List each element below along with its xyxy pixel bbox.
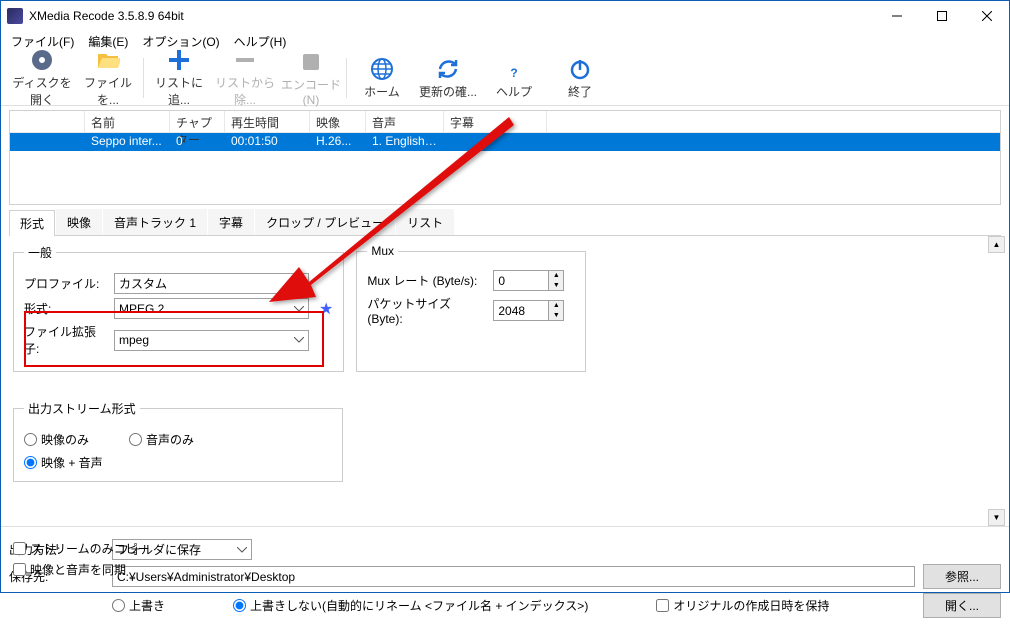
tab-video[interactable]: 映像 (56, 209, 102, 235)
window-title: XMedia Recode 3.5.8.9 64bit (29, 9, 874, 23)
file-list[interactable]: 名前チャプター再生時間映像音声字幕 Seppo inter...000:01:5… (9, 110, 1001, 205)
profile-select[interactable]: カスタム (114, 273, 309, 294)
ext-label: ファイル拡張子: (24, 323, 108, 357)
app-icon (7, 8, 23, 24)
profile-label: プロファイル: (24, 275, 108, 292)
tabs: 形式 映像 音声トラック 1 字幕 クロップ / プレビュー リスト (9, 209, 1001, 236)
packet-size-spinner[interactable]: ▲▼ (548, 300, 564, 321)
ext-select[interactable]: mpeg (114, 330, 309, 351)
radio-overwrite[interactable]: 上書き (112, 597, 165, 614)
titlebar: XMedia Recode 3.5.8.9 64bit (1, 1, 1009, 31)
disc-icon (30, 48, 54, 72)
globe-icon (370, 57, 394, 81)
minimize-button[interactable] (874, 1, 919, 31)
favorite-star-button[interactable]: ★ (319, 299, 333, 319)
maximize-button[interactable] (919, 1, 964, 31)
checks-group: ストリームのみコピー 映像と音声を同期 (13, 536, 343, 582)
mux-fieldset: Mux Mux レート (Byte/s): ▲▼ パケットサイズ (Byte): ▲… (356, 244, 586, 372)
open-button[interactable]: 開く... (923, 593, 1001, 618)
radio-video-only[interactable]: 映像のみ (24, 431, 89, 448)
check-updates-button[interactable]: 更新の確... (415, 52, 481, 104)
folder-icon (96, 48, 120, 72)
remove-from-list-button: リストから除... (212, 52, 278, 104)
check-stream-copy[interactable]: ストリームのみコピー (13, 540, 343, 557)
refresh-icon (436, 57, 460, 81)
radio-audio-only[interactable]: 音声のみ (129, 431, 194, 448)
help-button[interactable]: ?ヘルプ (481, 52, 547, 104)
help-icon: ? (502, 57, 526, 81)
format-select[interactable]: MPEG 2 (114, 298, 309, 319)
tab-subtitle[interactable]: 字幕 (208, 209, 254, 235)
open-disc-button[interactable]: ディスクを開く (9, 52, 75, 104)
minus-icon (233, 48, 257, 72)
tab-list[interactable]: リスト (396, 209, 454, 235)
close-button[interactable] (964, 1, 1009, 31)
check-sync[interactable]: 映像と音声を同期 (13, 561, 343, 578)
svg-text:?: ? (510, 66, 517, 80)
tab-crop[interactable]: クロップ / プレビュー (255, 209, 395, 235)
general-legend: 一般 (24, 244, 56, 261)
tab-body: ▲ ▼ 一般 プロファイル:カスタム 形式:MPEG 2★ ファイル拡張子:mp… (9, 236, 1001, 526)
general-fieldset: 一般 プロファイル: カスタム 形式: MPEG 2 ★ ファイル拡張子: mpeg (13, 244, 344, 372)
scroll-down[interactable]: ▼ (988, 509, 1005, 526)
radio-video-audio[interactable]: 映像 + 音声 (24, 454, 332, 471)
mux-legend: Mux (367, 244, 398, 258)
browse-button[interactable]: 参照... (923, 564, 1001, 589)
check-keep-date[interactable]: オリジナルの作成日時を保持 (656, 597, 829, 614)
mux-rate-label: Mux レート (Byte/s): (367, 272, 487, 289)
tab-audio1[interactable]: 音声トラック 1 (103, 209, 207, 235)
tab-format[interactable]: 形式 (9, 210, 55, 236)
encode-icon (299, 50, 323, 74)
home-button[interactable]: ホーム (349, 52, 415, 104)
mux-rate-spinner[interactable]: ▲▼ (548, 270, 564, 291)
plus-icon (167, 48, 191, 72)
packet-size-label: パケットサイズ (Byte): (367, 295, 487, 326)
open-file-button[interactable]: ファイルを... (75, 52, 141, 104)
radio-no-overwrite[interactable]: 上書きしない(自動的にリネーム <ファイル名 + インデックス>) (233, 597, 588, 614)
exit-button[interactable]: 終了 (547, 52, 613, 104)
encode-button: エンコード(N) (278, 52, 344, 104)
toolbar: ディスクを開く ファイルを... リストに追... リストから除... エンコー… (1, 51, 1009, 106)
packet-size-input[interactable] (493, 300, 548, 321)
power-icon (568, 57, 592, 81)
stream-legend: 出力ストリーム形式 (24, 400, 140, 417)
stream-fieldset: 出力ストリーム形式 映像のみ 音声のみ 映像 + 音声 (13, 400, 343, 482)
menubar: ファイル(F) 編集(E) オプション(O) ヘルプ(H) (1, 31, 1009, 51)
scroll-up[interactable]: ▲ (988, 236, 1005, 253)
add-to-list-button[interactable]: リストに追... (146, 52, 212, 104)
format-label: 形式: (24, 300, 108, 317)
mux-rate-input[interactable] (493, 270, 548, 291)
file-list-row[interactable]: Seppo inter...000:01:50H.26...1. English… (10, 133, 1000, 151)
file-list-header: 名前チャプター再生時間映像音声字幕 (10, 111, 1000, 133)
